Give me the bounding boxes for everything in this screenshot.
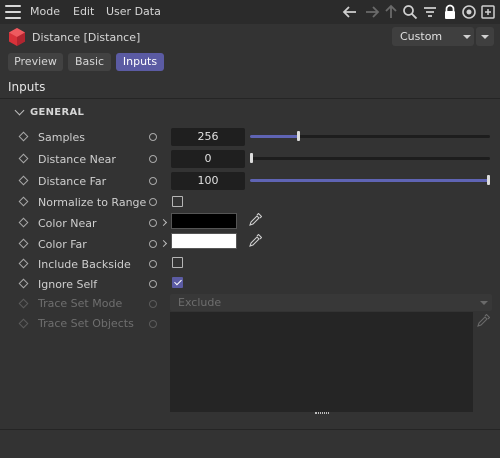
hamburger-menu-icon[interactable] [5, 5, 21, 19]
color-near-swatch[interactable] [171, 213, 237, 229]
up-arrow-icon[interactable] [382, 3, 400, 21]
keyframe-diamond-icon[interactable] [18, 175, 29, 186]
eyedropper-icon[interactable] [248, 234, 262, 248]
param-label-include-backside: Include Backside [38, 258, 131, 271]
menu-bar: Mode Edit User Data [0, 0, 500, 24]
menu-edit[interactable]: Edit [73, 5, 94, 18]
animate-circle-icon[interactable] [149, 177, 157, 185]
keyframe-diamond-icon[interactable] [18, 217, 29, 228]
tab-inputs[interactable]: Inputs [116, 53, 164, 71]
keyframe-diamond-icon[interactable] [18, 196, 29, 207]
group-collapse-chevron-icon[interactable] [14, 105, 25, 116]
add-window-icon[interactable] [479, 3, 497, 21]
object-picker-icon[interactable] [476, 314, 490, 328]
keyframe-diamond-icon [18, 298, 29, 309]
section-title: Inputs [8, 80, 46, 94]
animate-circle-icon[interactable] [149, 155, 157, 163]
samples-slider[interactable] [250, 135, 490, 138]
filter-icon[interactable] [421, 3, 439, 21]
back-arrow-icon[interactable] [341, 3, 359, 21]
search-icon[interactable] [401, 3, 419, 21]
trace-set-objects-list[interactable] [170, 312, 473, 412]
forward-arrow-icon[interactable] [363, 3, 381, 21]
chevron-right-icon[interactable] [159, 239, 168, 248]
divider [0, 98, 500, 99]
distance-near-slider[interactable] [250, 157, 490, 160]
group-title: GENERAL [30, 107, 85, 118]
normalize-checkbox[interactable] [172, 196, 183, 207]
keyframe-diamond-icon[interactable] [18, 131, 29, 142]
distance-near-slider-knob[interactable] [250, 153, 253, 163]
distance-far-input[interactable]: 100 [171, 172, 245, 190]
animate-circle-icon [149, 320, 157, 328]
animate-circle-icon[interactable] [149, 280, 157, 288]
param-label-distance-near: Distance Near [38, 153, 116, 166]
keyframe-diamond-icon[interactable] [18, 238, 29, 249]
lock-icon[interactable] [441, 3, 459, 21]
keyframe-diamond-icon[interactable] [18, 278, 29, 289]
keyframe-diamond-icon[interactable] [18, 258, 29, 269]
tab-preview[interactable]: Preview [8, 53, 63, 71]
chevron-right-icon[interactable] [159, 218, 168, 227]
param-label-distance-far: Distance Far [38, 175, 107, 188]
animate-circle-icon[interactable] [149, 240, 157, 248]
tab-basic[interactable]: Basic [68, 53, 111, 71]
animate-circle-icon[interactable] [149, 219, 157, 227]
keyframe-diamond-icon [18, 318, 29, 329]
samples-input[interactable]: 256 [171, 128, 245, 146]
ignore-self-checkbox[interactable] [172, 277, 183, 288]
keyframe-diamond-icon[interactable] [18, 153, 29, 164]
animate-circle-icon[interactable] [149, 260, 157, 268]
target-icon[interactable] [460, 3, 478, 21]
preset-dropdown[interactable]: Custom [392, 27, 474, 46]
object-title: Distance [Distance] [32, 31, 141, 44]
distance-near-input[interactable]: 0 [171, 150, 245, 168]
param-label-color-far: Color Far [38, 238, 87, 251]
samples-slider-fill [250, 135, 298, 138]
animate-circle-icon[interactable] [149, 198, 157, 206]
redshift-object-icon [7, 27, 27, 47]
color-far-swatch[interactable] [171, 233, 237, 249]
include-backside-checkbox[interactable] [172, 257, 183, 268]
param-label-ignore-self: Ignore Self [38, 278, 98, 291]
menu-mode[interactable]: Mode [30, 5, 60, 18]
list-resize-handle[interactable] [170, 412, 473, 418]
distance-far-slider-fill [250, 179, 490, 182]
param-label-trace-set-objects: Trace Set Objects [38, 317, 134, 330]
menu-user-data[interactable]: User Data [106, 5, 161, 18]
param-label-trace-set-mode: Trace Set Mode [38, 297, 123, 310]
animate-circle-icon [149, 300, 157, 308]
animate-circle-icon[interactable] [149, 133, 157, 141]
param-label-normalize: Normalize to Range [38, 196, 147, 209]
trace-set-mode-dropdown: Exclude [170, 294, 492, 311]
param-label-samples: Samples [38, 131, 85, 144]
distance-far-slider[interactable] [250, 179, 490, 182]
param-label-color-near: Color Near [38, 217, 97, 230]
eyedropper-icon[interactable] [248, 213, 262, 227]
chevron-down-icon [463, 35, 471, 39]
chevron-down-icon [480, 301, 488, 305]
samples-slider-knob[interactable] [297, 131, 301, 141]
distance-far-slider-knob[interactable] [487, 175, 490, 185]
divider [0, 429, 500, 430]
preset-options-button[interactable] [476, 27, 494, 46]
